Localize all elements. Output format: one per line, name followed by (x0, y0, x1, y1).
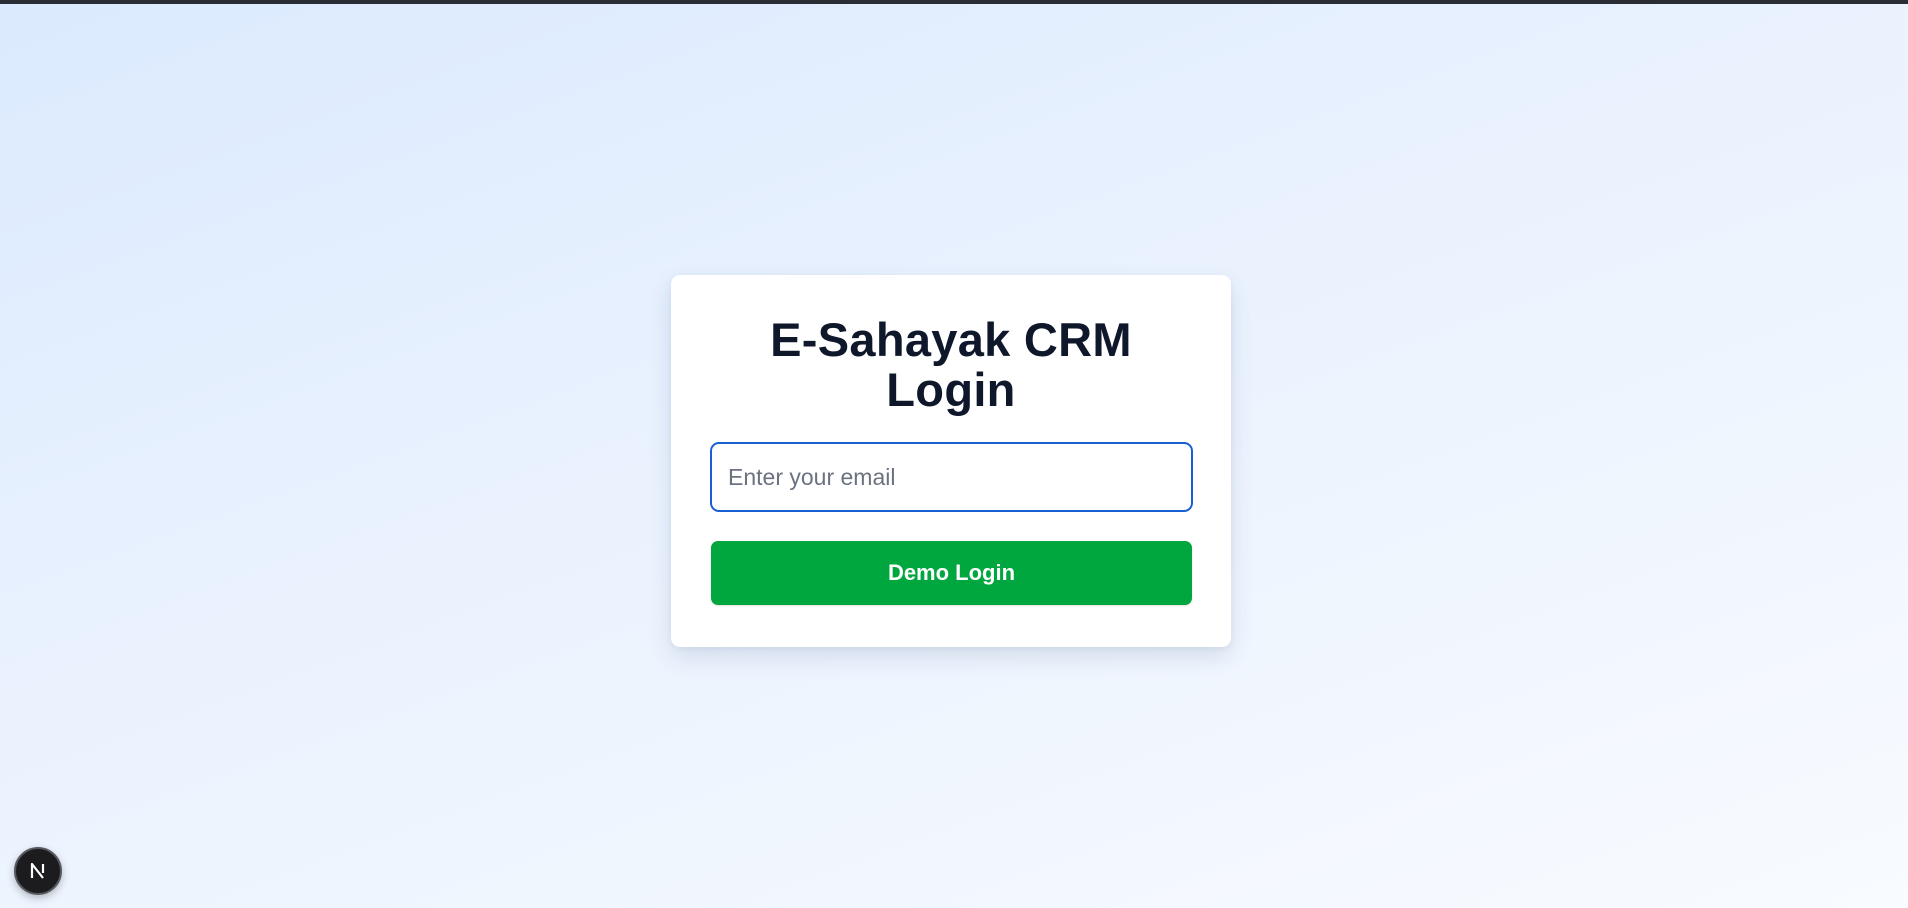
nextjs-dev-indicator-button[interactable] (14, 847, 62, 895)
demo-login-button[interactable]: Demo Login (711, 541, 1192, 605)
nextjs-logo-icon (27, 860, 49, 882)
email-input[interactable] (710, 442, 1193, 512)
page-title: E-Sahayak CRM Login (770, 313, 1132, 416)
top-accent-bar (0, 0, 1908, 4)
login-card: E-Sahayak CRM Login Demo Login (671, 275, 1231, 647)
